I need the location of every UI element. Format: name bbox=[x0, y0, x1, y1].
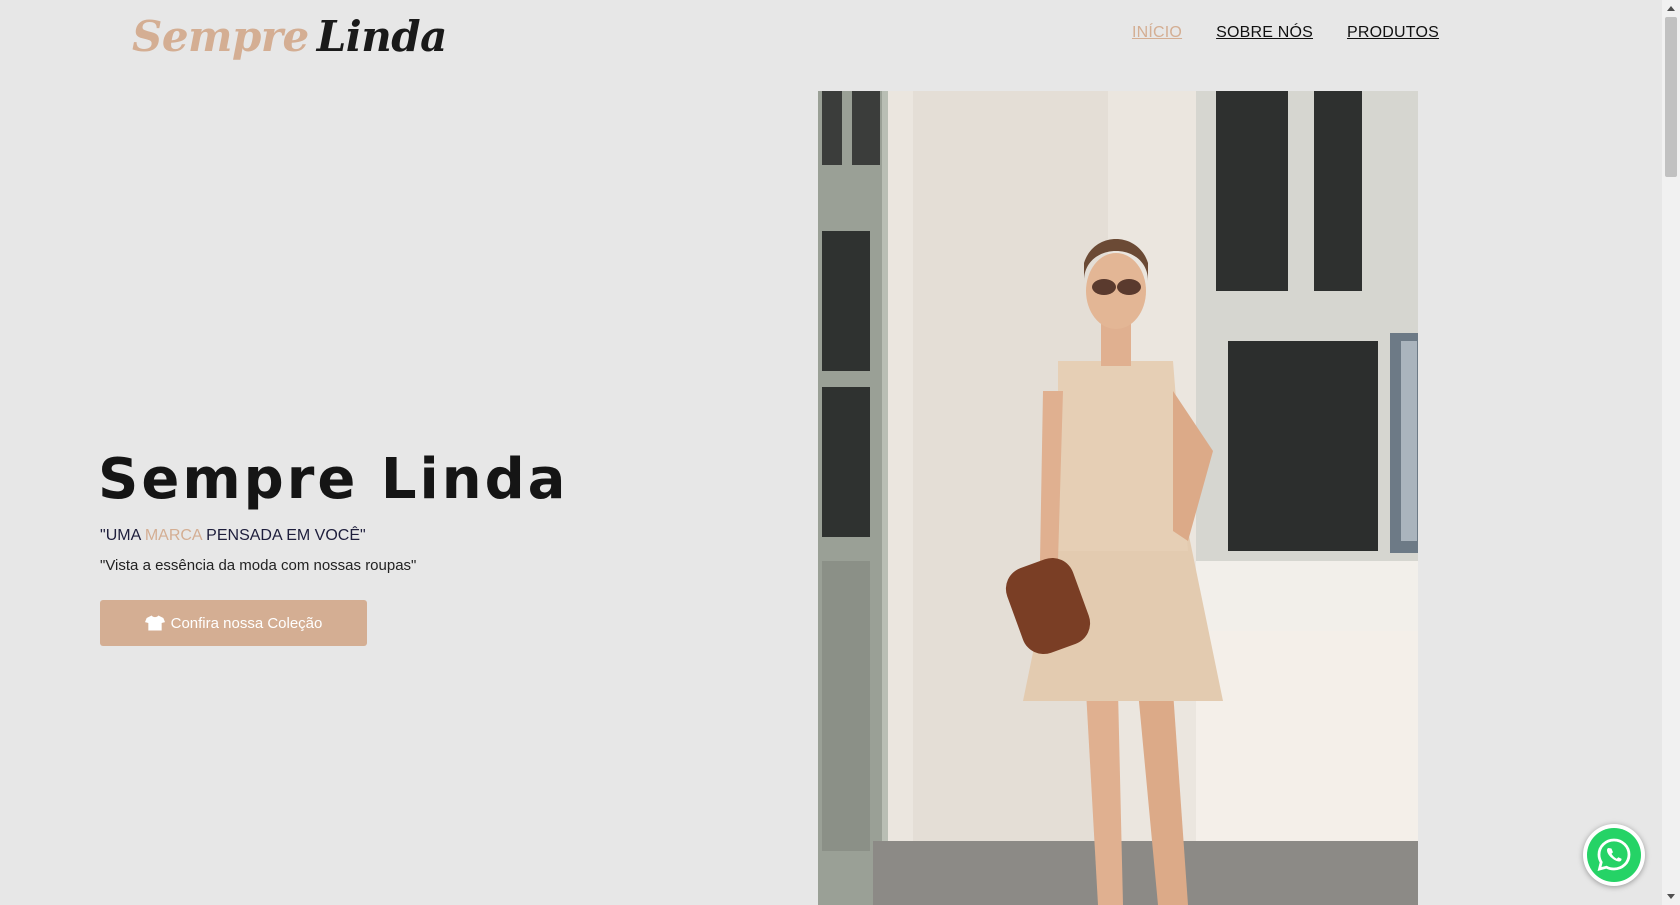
logo-text-sempre: Sempre bbox=[132, 12, 309, 61]
nav-link-inicio[interactable]: INÍCIO bbox=[1132, 24, 1182, 42]
logo-text-linda: Linda bbox=[316, 12, 448, 61]
whatsapp-button[interactable] bbox=[1583, 824, 1645, 886]
tagline-word-marca: MARCA bbox=[144, 527, 202, 544]
hero-subtext: "Vista a essência da moda com nossas rou… bbox=[100, 557, 417, 574]
page: Sempre Linda INÍCIO SOBRE NÓS PRODUTOS S… bbox=[0, 0, 1662, 905]
main-nav: INÍCIO SOBRE NÓS PRODUTOS bbox=[1132, 24, 1439, 42]
tshirt-icon bbox=[144, 615, 165, 631]
scrollbar-thumb[interactable] bbox=[1665, 17, 1677, 177]
hero-title: Sempre Linda bbox=[98, 447, 569, 512]
whatsapp-button-inner bbox=[1587, 828, 1641, 882]
tagline-words-pensada: PENSADA EM VOCÊ bbox=[206, 527, 360, 544]
collection-button-label: Confira nossa Coleção bbox=[170, 614, 323, 632]
brand-logo[interactable]: Sempre Linda bbox=[132, 12, 447, 74]
scroll-down-arrow-icon[interactable] bbox=[1662, 888, 1680, 905]
scroll-up-arrow-icon[interactable] bbox=[1662, 0, 1680, 17]
model-photo-illustration bbox=[818, 91, 1418, 905]
nav-link-produtos[interactable]: PRODUTOS bbox=[1347, 24, 1439, 42]
tagline-word-uma: UMA bbox=[105, 527, 141, 544]
collection-button[interactable]: Confira nossa Coleção bbox=[100, 600, 367, 646]
hero-tagline: "UMA MARCA PENSADA EM VOCÊ" bbox=[100, 527, 366, 545]
vertical-scrollbar[interactable] bbox=[1662, 0, 1680, 905]
tagline-close-quote: " bbox=[360, 527, 366, 544]
nav-link-sobre-nos[interactable]: SOBRE NÓS bbox=[1216, 24, 1313, 42]
whatsapp-icon bbox=[1597, 838, 1631, 871]
hero-photo bbox=[818, 91, 1418, 905]
